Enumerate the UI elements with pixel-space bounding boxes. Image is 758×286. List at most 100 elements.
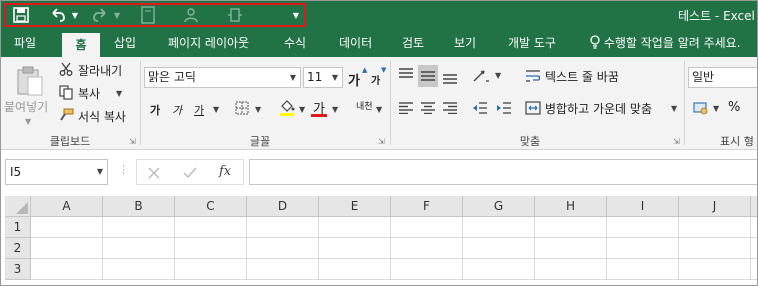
alignment-launcher-icon[interactable]: ⇲: [673, 137, 680, 146]
grid-cell[interactable]: [607, 238, 679, 259]
orientation-dropdown-icon[interactable]: ▼: [495, 71, 501, 80]
align-right-icon[interactable]: [440, 99, 460, 117]
shrink-font-button[interactable]: 가: [371, 72, 380, 87]
column-header-i[interactable]: I: [607, 196, 679, 217]
grid-cell[interactable]: [319, 217, 391, 238]
paste-dropdown-icon[interactable]: ▼: [25, 117, 31, 126]
number-format-select[interactable]: 일반: [688, 67, 758, 88]
format-painter-icon[interactable]: [58, 107, 74, 123]
grid-cell[interactable]: [31, 217, 103, 238]
grid-cell[interactable]: [247, 238, 319, 259]
copy-dropdown-icon[interactable]: ▼: [116, 89, 122, 98]
tab-review[interactable]: 검토: [402, 30, 424, 57]
row-header-2[interactable]: 2: [5, 238, 31, 259]
fill-color-icon[interactable]: [278, 97, 296, 117]
wrap-text-icon[interactable]: [524, 67, 542, 85]
accounting-dropdown-icon[interactable]: ▼: [713, 104, 719, 113]
grow-font-button[interactable]: 가: [348, 70, 360, 89]
borders-dropdown-icon[interactable]: ▼: [255, 105, 261, 114]
clipboard-launcher-icon[interactable]: ⇲: [129, 137, 136, 146]
increase-indent-icon[interactable]: [494, 99, 514, 117]
wrap-text-button[interactable]: 텍스트 줄 바꿈: [545, 68, 619, 85]
merge-center-icon[interactable]: [524, 99, 542, 117]
cut-icon[interactable]: [58, 61, 74, 77]
underline-dropdown-icon[interactable]: ▼: [213, 105, 219, 114]
touch-mode-button[interactable]: [134, 5, 162, 25]
grid-cell[interactable]: [535, 238, 607, 259]
phonetic-button[interactable]: 내천: [356, 99, 373, 112]
align-bottom-icon[interactable]: [440, 69, 460, 87]
insert-function-icon[interactable]: fx: [219, 164, 231, 179]
grid-cell[interactable]: [247, 259, 319, 280]
redo-button[interactable]: [88, 5, 112, 25]
column-header-g[interactable]: G: [463, 196, 535, 217]
align-center-icon[interactable]: [418, 99, 438, 117]
tab-data[interactable]: 데이터: [339, 30, 372, 57]
column-header-e[interactable]: E: [319, 196, 391, 217]
save-button[interactable]: [6, 5, 36, 25]
select-all-corner[interactable]: [5, 196, 31, 217]
align-middle-icon[interactable]: [418, 65, 438, 87]
grid-cell[interactable]: [319, 238, 391, 259]
column-header-d[interactable]: D: [247, 196, 319, 217]
copy-button[interactable]: 복사: [78, 85, 100, 102]
grid-cell[interactable]: [175, 217, 247, 238]
font-launcher-icon[interactable]: ⇲: [378, 137, 385, 146]
grid-cell[interactable]: [103, 238, 175, 259]
grid-cell[interactable]: [535, 259, 607, 280]
grid-cell[interactable]: [463, 259, 535, 280]
row-header-3[interactable]: 3: [5, 259, 31, 280]
grid-cell[interactable]: [679, 259, 751, 280]
row-header-1[interactable]: 1: [5, 217, 31, 238]
customize-qat-button[interactable]: ▼: [288, 5, 304, 25]
redo-dropdown[interactable]: ▼: [112, 5, 122, 25]
font-size-select[interactable]: 11 ▼: [303, 67, 343, 88]
grid-cell[interactable]: [751, 217, 758, 238]
tab-home[interactable]: 홈: [62, 33, 100, 57]
name-box[interactable]: I5 ▼: [5, 159, 108, 185]
format-painter-button[interactable]: 서식 복사: [78, 108, 126, 125]
accounting-format-icon[interactable]: [692, 99, 710, 117]
tell-me-box[interactable]: 수행할 작업을 알려 주세요.: [590, 30, 741, 57]
align-top-icon[interactable]: [396, 65, 416, 83]
merge-dropdown-icon[interactable]: ▼: [671, 104, 677, 113]
grid-cell[interactable]: [463, 217, 535, 238]
tab-page-layout[interactable]: 페이지 레이아웃: [168, 30, 249, 57]
grid-cell[interactable]: [247, 217, 319, 238]
grid-cell[interactable]: [175, 259, 247, 280]
grid-cell[interactable]: [607, 217, 679, 238]
grid-cell[interactable]: [751, 238, 758, 259]
bold-button[interactable]: 가: [150, 102, 160, 118]
fill-color-dropdown-icon[interactable]: ▼: [299, 105, 305, 114]
percent-style-button[interactable]: %: [728, 100, 740, 115]
paste-button[interactable]: [12, 63, 48, 99]
column-header-j[interactable]: J: [679, 196, 751, 217]
copy-icon[interactable]: [58, 84, 74, 100]
confirm-entry-icon[interactable]: [181, 164, 199, 182]
grid-cell[interactable]: [391, 238, 463, 259]
grid-cell[interactable]: [103, 217, 175, 238]
column-header-a[interactable]: A: [31, 196, 103, 217]
grid-cell[interactable]: [463, 238, 535, 259]
formula-input[interactable]: [249, 159, 758, 185]
macro-button[interactable]: [220, 5, 250, 25]
tab-developer[interactable]: 개발 도구: [508, 30, 556, 57]
grid-cell[interactable]: [751, 259, 758, 280]
tab-insert[interactable]: 삽입: [114, 30, 136, 57]
tab-file[interactable]: 파일: [14, 30, 36, 57]
font-name-select[interactable]: 맑은 고딕 ▼: [144, 67, 301, 88]
grid-cell[interactable]: [535, 217, 607, 238]
merge-center-button[interactable]: 병합하고 가운데 맞춤: [545, 100, 652, 117]
grid-cell[interactable]: [175, 238, 247, 259]
italic-button[interactable]: 가: [172, 102, 182, 118]
decrease-indent-icon[interactable]: [470, 99, 490, 117]
underline-button[interactable]: 가: [194, 102, 204, 118]
grid-cell[interactable]: [31, 238, 103, 259]
tab-formulas[interactable]: 수식: [284, 30, 306, 57]
undo-dropdown[interactable]: ▼: [70, 5, 80, 25]
grid-cell[interactable]: [31, 259, 103, 280]
grid-cell[interactable]: [391, 259, 463, 280]
tab-view[interactable]: 보기: [454, 30, 476, 57]
column-header-b[interactable]: B: [103, 196, 175, 217]
undo-button[interactable]: [46, 5, 70, 25]
